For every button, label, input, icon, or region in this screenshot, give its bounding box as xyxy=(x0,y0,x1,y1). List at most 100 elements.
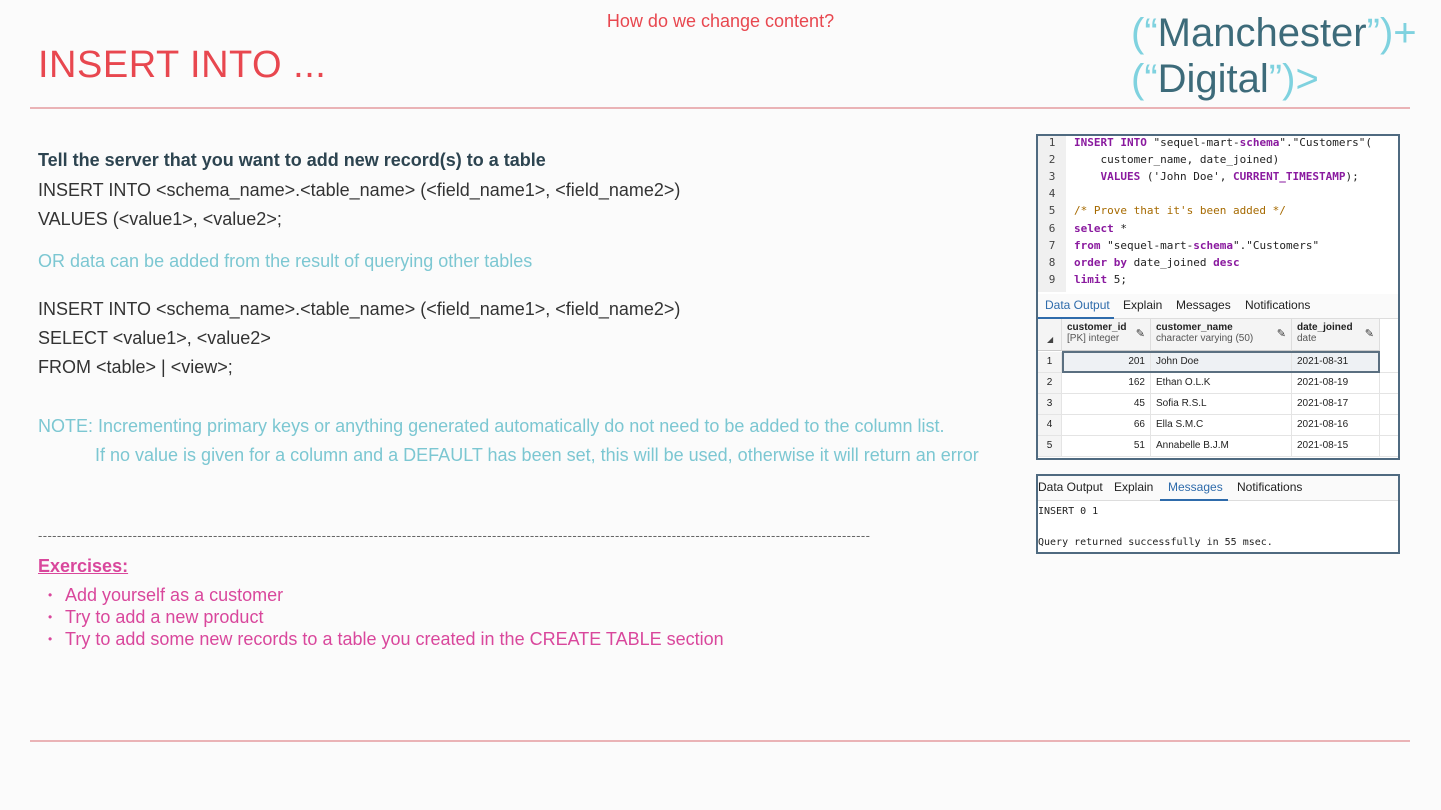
sort-corner-icon: ◢ xyxy=(1047,335,1054,344)
manchester-digital-logo: (“Manchester”)+ (“Digital”)> xyxy=(1131,10,1417,102)
syntax2-line3: FROM <table> | <view>; xyxy=(38,357,233,377)
logo-line-2: (“Digital”)> xyxy=(1131,56,1417,102)
result-tabs: Data Output Explain Messages Notificatio… xyxy=(1038,294,1398,319)
code-line-9: 9 limit 5; xyxy=(1038,271,1127,288)
tab-explain[interactable]: Explain xyxy=(1123,298,1162,312)
code-text: 5; xyxy=(1107,273,1127,286)
code-keyword: limit xyxy=(1074,273,1108,286)
line-number: 3 xyxy=(1038,168,1066,185)
code-keyword: from xyxy=(1074,239,1101,252)
or-note: OR data can be added from the result of … xyxy=(38,251,533,271)
code-comment: /* Prove that it's been added */ xyxy=(1074,204,1286,217)
cell-customer-name[interactable]: Ethan O.L.K xyxy=(1151,373,1292,393)
table-row[interactable]: 3 45 Sofia R.S.L 2021-08-17 xyxy=(1038,394,1398,415)
code-line-6: 6 select * xyxy=(1038,220,1127,237)
note-line1: NOTE: Incrementing primary keys or anyth… xyxy=(38,416,945,436)
cell-customer-id[interactable]: 51 xyxy=(1062,436,1151,456)
column-name: date_joined xyxy=(1297,322,1353,333)
code-line-8: 8 order by date_joined desc xyxy=(1038,254,1240,271)
code-line-3: 3 VALUES ('John Doe', CURRENT_TIMESTAMP)… xyxy=(1038,168,1359,185)
exercise-text: Try to add a new product xyxy=(65,607,264,627)
cell-date-joined[interactable]: 2021-08-15 xyxy=(1292,436,1380,456)
line-number: 4 xyxy=(1038,185,1066,202)
section-divider: ----------------------------------------… xyxy=(38,528,871,543)
code-keyword: VALUES xyxy=(1074,170,1141,183)
syntax1-line2: VALUES (<value1>, <value2>; xyxy=(38,209,282,229)
logo-line-1: (“Manchester”)+ xyxy=(1131,10,1417,56)
code-line-7: 7 from "sequel-mart-schema"."Customers" xyxy=(1038,237,1319,254)
table-row[interactable]: 5 51 Annabelle B.J.M 2021-08-15 xyxy=(1038,436,1398,457)
header-divider xyxy=(30,107,1410,109)
exercise-item: • Add yourself as a customer xyxy=(48,585,283,606)
tab-notifications[interactable]: Notifications xyxy=(1237,480,1302,494)
line-number: 6 xyxy=(1038,220,1066,237)
code-keyword: order by xyxy=(1074,256,1127,269)
line-number: 5 xyxy=(1038,202,1066,219)
selected-row-outline xyxy=(1062,351,1380,373)
tab-data-output[interactable]: Data Output xyxy=(1045,298,1110,312)
row-number: 5 xyxy=(1038,436,1062,456)
result-tabs: Data Output Explain Messages Notificatio… xyxy=(1038,476,1398,501)
code-text: customer_name, date_joined) xyxy=(1074,153,1280,166)
tab-data-output[interactable]: Data Output xyxy=(1038,480,1103,494)
footer-divider xyxy=(30,740,1410,742)
column-name: customer_id xyxy=(1067,322,1127,333)
code-keyword: desc xyxy=(1213,256,1240,269)
code-text: date_joined xyxy=(1126,256,1214,269)
grid-corner: ◢ xyxy=(1038,319,1062,351)
cell-customer-id[interactable]: 45 xyxy=(1062,394,1151,414)
tab-explain[interactable]: Explain xyxy=(1114,480,1153,494)
table-row[interactable]: 2 162 Ethan O.L.K 2021-08-19 xyxy=(1038,373,1398,394)
code-keyword: schema xyxy=(1193,239,1233,252)
sql-query-screenshot: 1 INSERT INTO "sequel-mart-schema "."Custo… xyxy=(1036,134,1400,460)
code-keyword: INSERT INTO xyxy=(1074,136,1147,149)
syntax2-line2: SELECT <value1>, <value2> xyxy=(38,328,271,348)
cell-date-joined[interactable]: 2021-08-19 xyxy=(1292,373,1380,393)
table-row[interactable]: 4 66 Ella S.M.C 2021-08-16 xyxy=(1038,415,1398,436)
cell-customer-id[interactable]: 162 xyxy=(1062,373,1151,393)
slide-title: INSERT INTO ... xyxy=(38,44,327,86)
column-header-customer-id[interactable]: customer_id [PK] integer ✎ xyxy=(1062,319,1151,351)
row-number: 3 xyxy=(1038,394,1062,414)
tab-notifications[interactable]: Notifications xyxy=(1245,298,1310,312)
row-number: 1 xyxy=(1038,352,1062,372)
code-keyword: CURRENT_TIMESTAMP xyxy=(1232,170,1346,183)
logo-close-paren: ”)+ xyxy=(1366,11,1417,55)
note-line2: If no value is given for a column and a … xyxy=(95,445,979,465)
code-text: "."Customers"( xyxy=(1279,136,1373,149)
sql-editor[interactable]: 1 INSERT INTO "sequel-mart-schema"."Custo… xyxy=(1038,136,1398,292)
code-keyword: select xyxy=(1074,222,1114,235)
cell-customer-id[interactable]: 66 xyxy=(1062,415,1151,435)
row-number: 4 xyxy=(1038,415,1062,435)
edit-pencil-icon: ✎ xyxy=(1135,328,1145,340)
message-line-1: INSERT 0 1 xyxy=(1038,506,1099,517)
column-type: date xyxy=(1297,333,1317,344)
code-text: * xyxy=(1113,222,1127,235)
syntax1-line1: INSERT INTO <schema_name>.<table_name> (… xyxy=(38,180,681,200)
code-line-4: 4 xyxy=(1038,185,1074,202)
edit-pencil-icon: ✎ xyxy=(1276,328,1286,340)
code-text: ); xyxy=(1345,170,1359,183)
column-header-customer-name[interactable]: customer_name character varying (50) ✎ xyxy=(1151,319,1292,351)
message-line-2: Query returned successfully in 55 msec. xyxy=(1038,537,1273,548)
exercise-item: • Try to add some new records to a table … xyxy=(48,629,724,650)
code-line-2: 2 customer_name, date_joined) xyxy=(1038,151,1279,168)
row-number: 2 xyxy=(1038,373,1062,393)
cell-customer-name[interactable]: Ella S.M.C xyxy=(1151,415,1292,435)
logo-close-paren-2: ”)> xyxy=(1268,57,1319,101)
column-type: [PK] integer xyxy=(1067,333,1120,344)
cell-date-joined[interactable]: 2021-08-17 xyxy=(1292,394,1380,414)
edit-pencil-icon: ✎ xyxy=(1364,328,1374,340)
code-text: "sequel-mart- xyxy=(1146,136,1240,149)
cell-date-joined[interactable]: 2021-08-16 xyxy=(1292,415,1380,435)
cell-customer-name[interactable]: Sofia R.S.L xyxy=(1151,394,1292,414)
code-line-1: 1 INSERT INTO "sequel-mart-schema"."Custo… xyxy=(1038,136,1373,151)
tab-messages[interactable]: Messages xyxy=(1168,480,1223,494)
logo-word-manchester: Manchester xyxy=(1157,11,1367,55)
tab-messages[interactable]: Messages xyxy=(1176,298,1231,312)
cell-customer-name[interactable]: Annabelle B.J.M xyxy=(1151,436,1292,456)
bullet-icon: • xyxy=(48,632,53,646)
column-header-date-joined[interactable]: date_joined date ✎ xyxy=(1292,319,1380,351)
exercise-text: Add yourself as a customer xyxy=(65,585,284,605)
bullet-icon: • xyxy=(48,588,53,602)
